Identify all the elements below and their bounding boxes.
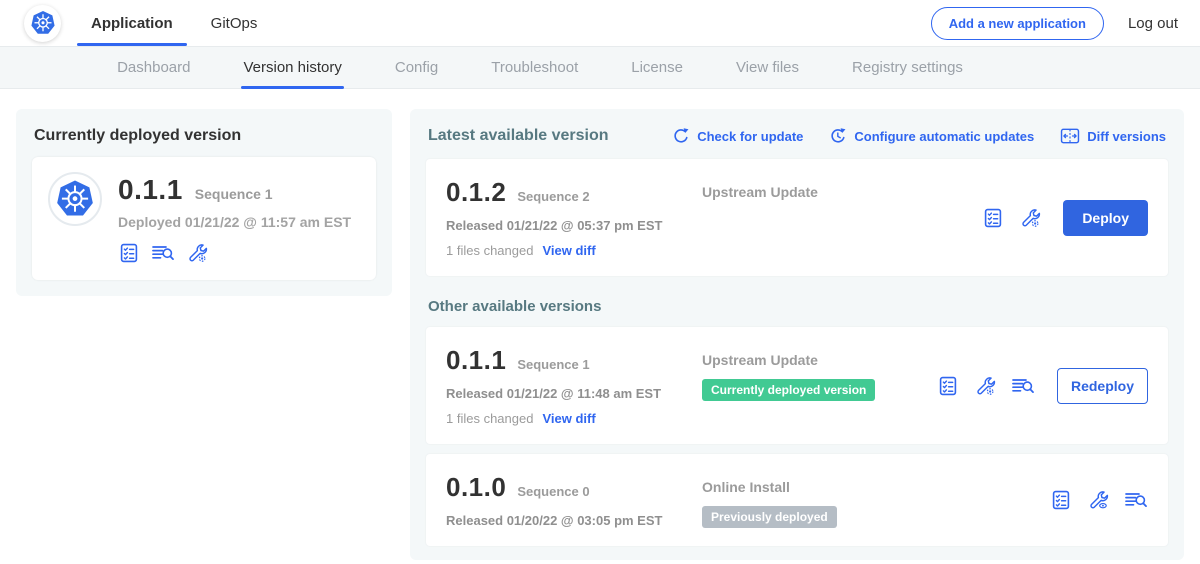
wrench-gear-icon[interactable] [974,375,996,397]
header-right: Add a new application Log out [931,7,1178,40]
currently-deployed-title: Currently deployed version [34,127,374,145]
version-number: 0.1.1 [446,345,506,376]
subnav-troubleshoot[interactable]: Troubleshoot [491,47,578,88]
latest-available-title: Latest available version [428,127,609,145]
add-application-button[interactable]: Add a new application [931,7,1104,40]
preflight-checks-icon[interactable] [1050,489,1072,511]
version-sequence: Sequence 1 [517,357,589,372]
diff-versions-link[interactable]: Diff versions [1060,127,1166,145]
wrench-gear-icon[interactable] [1019,207,1041,229]
subnav-version-history[interactable]: Version history [243,47,341,88]
deployed-version-number: 0.1.1 [118,174,183,206]
main-content: Currently deployed version 0.1.1 Sequenc… [0,89,1200,560]
version-sequence: Sequence 2 [517,189,589,204]
subnav-config[interactable]: Config [395,47,438,88]
files-changed: 1 files changed [446,411,533,426]
check-for-update-link[interactable]: Check for update [672,127,803,145]
version-released: Released 01/20/22 @ 03:05 pm EST [446,513,702,528]
kubernetes-logo [24,5,61,42]
split-diff-icon [1060,127,1080,145]
tab-gitops[interactable]: GitOps [211,0,258,46]
previously-deployed-badge: Previously deployed [702,506,837,528]
preflight-checks-icon[interactable] [937,375,959,397]
redeploy-button[interactable]: Redeploy [1057,368,1148,404]
version-history-panel: Latest available version Check for updat… [410,109,1184,560]
subnav-registry-settings[interactable]: Registry settings [852,47,963,88]
preflight-checks-icon[interactable] [982,207,1004,229]
version-released: Released 01/21/22 @ 05:37 pm EST [446,218,702,233]
currently-deployed-card: Currently deployed version 0.1.1 Sequenc… [16,109,392,296]
version-row-0-1-0: 0.1.0 Sequence 0 Released 01/20/22 @ 03:… [426,454,1168,546]
subnav-license[interactable]: License [631,47,683,88]
tab-application-label: Application [91,15,173,32]
clock-refresh-icon [829,127,847,145]
app-subnav: Dashboard Version history Config Trouble… [0,46,1200,89]
other-versions-title: Other available versions [428,298,1166,315]
tab-application[interactable]: Application [91,0,173,46]
subnav-view-files[interactable]: View files [736,47,799,88]
deployed-timestamp: Deployed 01/21/22 @ 11:57 am EST [118,214,351,230]
currently-deployed-badge: Currently deployed version [702,379,875,401]
logout-link[interactable]: Log out [1128,15,1178,32]
deploy-button[interactable]: Deploy [1063,200,1148,236]
deploy-logs-icon[interactable] [151,242,175,264]
tab-gitops-label: GitOps [211,15,258,32]
preflight-checks-icon[interactable] [118,242,140,264]
wrench-gear-icon[interactable] [186,242,208,264]
version-number: 0.1.0 [446,472,506,503]
version-number: 0.1.2 [446,177,506,208]
top-navbar: Application GitOps Add a new application… [0,0,1200,46]
version-row-0-1-2: 0.1.2 Sequence 2 Released 01/21/22 @ 05:… [426,159,1168,276]
app-icon-kubernetes [48,172,102,226]
version-source: Upstream Update [702,184,982,200]
version-row-0-1-1: 0.1.1 Sequence 1 Released 01/21/22 @ 11:… [426,327,1168,444]
subnav-dashboard[interactable]: Dashboard [117,47,190,88]
version-source: Upstream Update [702,352,937,368]
version-released: Released 01/21/22 @ 11:48 am EST [446,386,702,401]
deployed-sequence: Sequence 1 [195,186,273,202]
configure-automatic-updates-link[interactable]: Configure automatic updates [829,127,1034,145]
view-diff-link[interactable]: View diff [542,243,595,258]
refresh-icon [672,127,690,145]
deploy-logs-icon[interactable] [1124,489,1148,511]
deployed-version-card: 0.1.1 Sequence 1 Deployed 01/21/22 @ 11:… [32,157,376,280]
view-diff-link[interactable]: View diff [542,411,595,426]
files-changed: 1 files changed [446,243,533,258]
version-source: Online Install [702,479,1050,495]
deploy-logs-icon[interactable] [1011,375,1035,397]
wrench-eye-icon[interactable] [1087,489,1109,511]
version-sequence: Sequence 0 [517,484,589,499]
